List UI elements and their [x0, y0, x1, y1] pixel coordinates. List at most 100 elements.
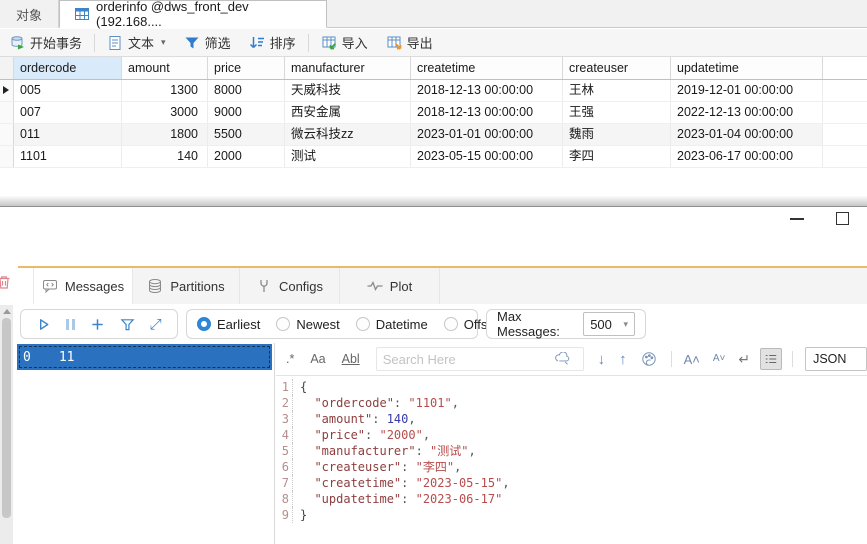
add-icon[interactable] [90, 317, 105, 332]
tab-configs[interactable]: Configs [240, 268, 340, 304]
cell-createuser[interactable]: 王林 [563, 80, 671, 101]
column-header-createtime[interactable]: createtime [411, 57, 563, 79]
column-header-updatetime[interactable]: updatetime [671, 57, 823, 79]
font-decrease-icon[interactable]: A˅ [713, 354, 726, 364]
json-lines: 1{2 "ordercode": "1101",3 "amount": 140,… [276, 379, 867, 523]
cell-createtime[interactable]: 2023-05-15 00:00:00 [411, 146, 563, 167]
import-button[interactable]: 导入 [312, 30, 377, 56]
begin-transaction-button[interactable]: 开始事务 [0, 30, 91, 56]
message-row-selected[interactable]: 0 11 [17, 344, 272, 370]
find-next-icon[interactable]: ↓ [598, 351, 606, 368]
cell-manufacturer[interactable]: 天威科技 [285, 80, 411, 101]
left-scrollbar[interactable] [0, 305, 13, 544]
tab-partitions[interactable]: Partitions [133, 268, 240, 304]
cell-createuser[interactable]: 王强 [563, 102, 671, 123]
tab-objects[interactable]: 对象 [0, 0, 59, 28]
waveform-icon [367, 278, 383, 294]
table-row[interactable]: 011 1800 5500 微云科技zz 2023-01-01 00:00:00… [0, 124, 867, 146]
cell-amount[interactable]: 3000 [122, 102, 208, 123]
cell-updatetime[interactable]: 2023-06-17 00:00:00 [671, 146, 823, 167]
radio-icon[interactable] [276, 317, 290, 331]
cell-createtime[interactable]: 2023-01-01 00:00:00 [411, 124, 563, 145]
message-viewer-panel: .* Aa Abl ↓ ↑ A˄ A˅ ↵ [276, 343, 867, 544]
cell-ordercode[interactable]: 011 [14, 124, 122, 145]
fuzzy-search-icon[interactable] [555, 352, 570, 367]
offset-mode-radio[interactable]: Datetime [356, 317, 428, 332]
cell-price[interactable]: 8000 [208, 80, 285, 101]
regex-toggle-icon[interactable]: .* [286, 352, 294, 366]
maximize-button[interactable] [836, 212, 849, 225]
cell-createtime[interactable]: 2018-12-13 00:00:00 [411, 80, 563, 101]
document-icon [107, 35, 123, 51]
tab-plot[interactable]: Plot [340, 268, 440, 304]
cell-manufacturer[interactable]: 西安金属 [285, 102, 411, 123]
json-code-area[interactable]: 1{2 "ordercode": "1101",3 "amount": 140,… [276, 376, 867, 523]
json-colon: : [394, 396, 408, 410]
play-icon[interactable] [36, 317, 51, 332]
trash-icon[interactable] [0, 274, 10, 294]
export-icon [386, 35, 402, 51]
toolbar-separator [671, 351, 672, 367]
minimize-button[interactable] [790, 218, 804, 220]
offset-mode-radio[interactable]: Newest [276, 317, 339, 332]
cell-manufacturer[interactable]: 测试 [285, 146, 411, 167]
cell-createuser[interactable]: 魏雨 [563, 124, 671, 145]
export-button[interactable]: 导出 [377, 30, 442, 56]
cell-updatetime[interactable]: 2023-01-04 00:00:00 [671, 124, 823, 145]
sort-button[interactable]: 排序 [240, 30, 305, 56]
cell-price[interactable]: 2000 [208, 146, 285, 167]
column-header-price[interactable]: price [208, 57, 285, 79]
whole-word-toggle-icon[interactable]: Abl [342, 352, 360, 366]
filter-button[interactable]: 筛选 [175, 30, 240, 56]
text-view-button[interactable]: 文本 ▾ [98, 30, 175, 56]
palette-icon[interactable] [641, 351, 657, 367]
scrollbar-thumb[interactable] [2, 318, 11, 518]
scroll-up-icon[interactable] [3, 309, 11, 314]
column-header-ordercode[interactable]: ordercode [14, 57, 122, 79]
table-row[interactable]: 1101 140 2000 测试 2023-05-15 00:00:00 李四 … [0, 146, 867, 168]
cell-createuser[interactable]: 李四 [563, 146, 671, 167]
font-increase-icon[interactable]: A˄ [684, 353, 700, 366]
cell-amount[interactable]: 1300 [122, 80, 208, 101]
message-partition: 0 [23, 350, 31, 365]
cell-amount[interactable]: 1800 [122, 124, 208, 145]
max-messages-select[interactable]: 500 ▾ [583, 312, 635, 336]
viewer-toolbar: .* Aa Abl ↓ ↑ A˄ A˅ ↵ [276, 343, 867, 376]
radio-icon[interactable] [197, 317, 211, 331]
radio-icon[interactable] [356, 317, 370, 331]
radio-icon[interactable] [444, 317, 458, 331]
line-numbers-toggle[interactable] [760, 348, 782, 370]
cell-amount[interactable]: 140 [122, 146, 208, 167]
cell-price[interactable]: 5500 [208, 124, 285, 145]
expand-icon[interactable]: ⤢ [150, 317, 162, 332]
cell-updatetime[interactable]: 2019-12-01 00:00:00 [671, 80, 823, 101]
column-header-createuser[interactable]: createuser [563, 57, 671, 79]
json-value: "2023-05-15" [416, 476, 503, 490]
tab-messages[interactable]: Messages [33, 268, 133, 304]
pause-icon[interactable] [66, 319, 75, 330]
search-input[interactable] [377, 352, 555, 367]
cell-manufacturer[interactable]: 微云科技zz [285, 124, 411, 145]
match-case-toggle-icon[interactable]: Aa [310, 352, 325, 366]
cell-price[interactable]: 9000 [208, 102, 285, 123]
format-select[interactable]: JSON [805, 347, 867, 371]
offset-mode-radio[interactable]: Earliest [197, 317, 260, 332]
table-row[interactable]: 007 3000 9000 西安金属 2018-12-13 00:00:00 王… [0, 102, 867, 124]
tab-orderinfo[interactable]: orderinfo @dws_front_dev (192.168.... [59, 0, 327, 28]
row-gutter-cell[interactable] [0, 146, 14, 167]
row-gutter-cell[interactable] [0, 124, 14, 145]
row-gutter-cell[interactable] [0, 102, 14, 123]
filter-icon[interactable] [120, 317, 135, 332]
cell-ordercode[interactable]: 007 [14, 102, 122, 123]
cell-ordercode[interactable]: 005 [14, 80, 122, 101]
json-colon: : [372, 412, 386, 426]
table-row[interactable]: 005 1300 8000 天威科技 2018-12-13 00:00:00 王… [0, 80, 867, 102]
cell-ordercode[interactable]: 1101 [14, 146, 122, 167]
cell-createtime[interactable]: 2018-12-13 00:00:00 [411, 102, 563, 123]
cell-updatetime[interactable]: 2022-12-13 00:00:00 [671, 102, 823, 123]
find-previous-icon[interactable]: ↑ [619, 351, 627, 368]
column-header-amount[interactable]: amount [122, 57, 208, 79]
json-line: 7 "createtime": "2023-05-15", [276, 475, 867, 491]
column-header-manufacturer[interactable]: manufacturer [285, 57, 411, 79]
word-wrap-icon[interactable]: ↵ [738, 351, 750, 368]
